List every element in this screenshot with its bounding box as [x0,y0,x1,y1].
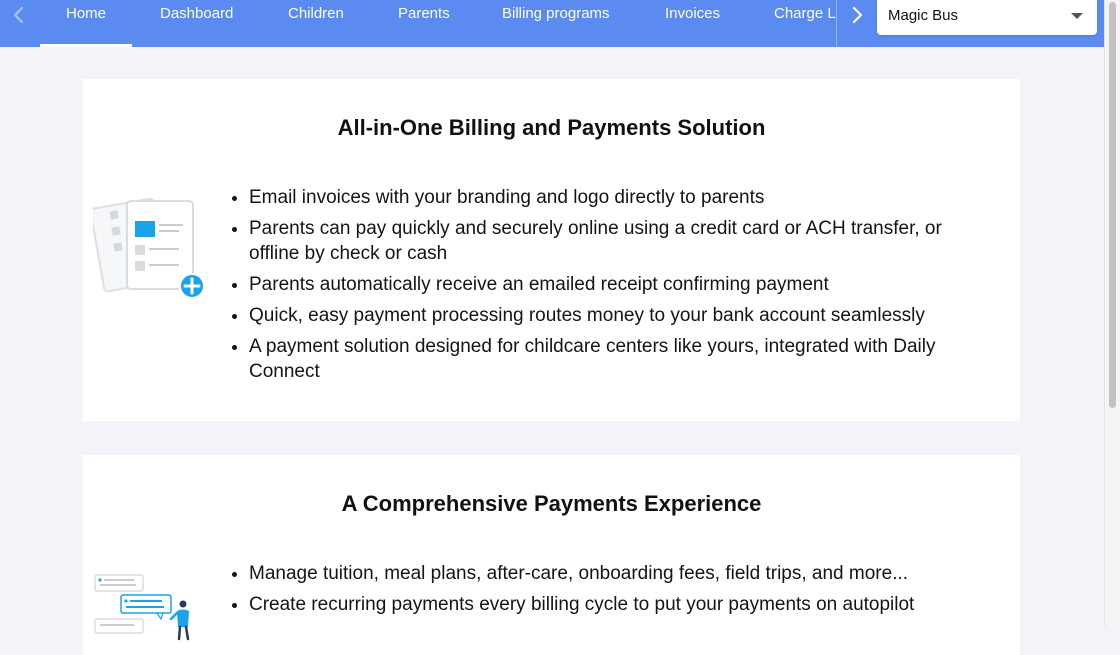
tab-dashboard[interactable]: Dashboard [160,0,233,47]
center-select[interactable]: Magic Bus [877,0,1097,35]
chevron-left-icon[interactable] [4,0,34,30]
list-item: A payment solution designed for childcar… [249,334,969,384]
scrollbar-thumb[interactable] [1109,2,1116,408]
tab-invoices[interactable]: Invoices [665,0,720,47]
tab-charge-ledger[interactable]: Charge L [774,0,836,47]
list-item: Create recurring payments every billing … [249,592,969,617]
payments-experience-card: A Comprehensive Payments Experience Mana… [83,455,1020,655]
feature-list: Manage tuition, meal plans, after-care, … [231,561,969,623]
nav-tabs: Home Dashboard Children Parents Billing … [40,0,836,47]
list-item: Email invoices with your branding and lo… [249,185,969,210]
section-title: A Comprehensive Payments Experience [341,491,762,516]
center-select-value: Magic Bus [888,7,959,24]
list-item: Parents automatically receive an emailed… [249,272,969,297]
caret-down-icon [1071,13,1083,19]
feature-list: Email invoices with your branding and lo… [231,185,969,390]
top-navigation-bar: Home Dashboard Children Parents Billing … [0,0,1104,47]
tab-parents[interactable]: Parents [398,0,450,47]
tab-home[interactable]: Home [40,0,133,47]
chevron-right-icon[interactable] [842,0,872,30]
invoice-plus-illustration-icon [89,197,209,312]
section-title: All-in-One Billing and Payments Solution [337,115,766,140]
billing-solution-card: All-in-One Billing and Payments Solution… [83,79,1020,421]
nav-divider [836,0,837,47]
list-item: Quick, easy payment processing routes mo… [249,303,969,328]
tab-children[interactable]: Children [288,0,344,47]
list-item: Manage tuition, meal plans, after-care, … [249,561,969,586]
person-messages-illustration-icon [91,571,201,646]
tab-billing-programs[interactable]: Billing programs [502,0,610,47]
page-scrollbar[interactable] [1104,0,1120,626]
list-item: Parents can pay quickly and securely onl… [249,216,969,266]
